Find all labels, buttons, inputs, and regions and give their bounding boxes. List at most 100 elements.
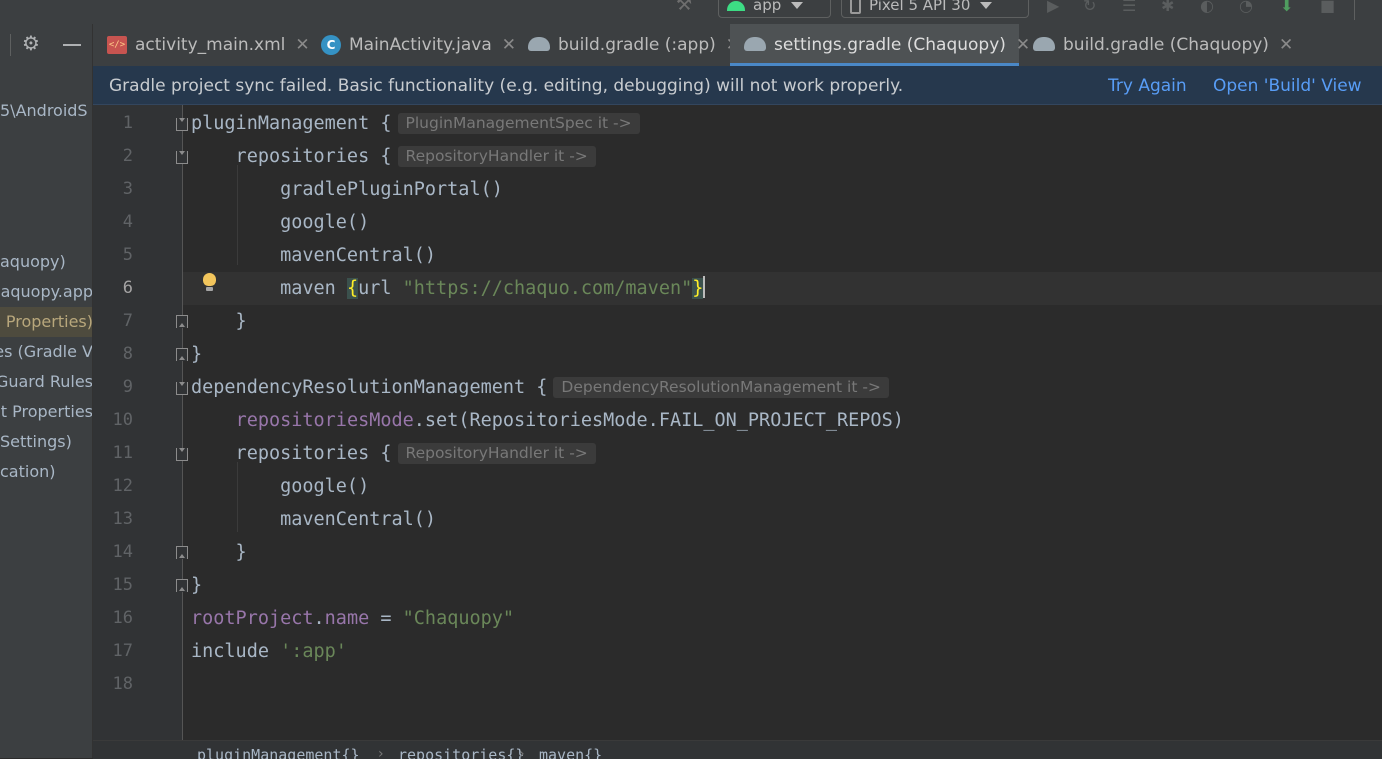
inlay-hint: DependencyResolutionManagement it ->: [553, 377, 889, 398]
open-build-view-link[interactable]: Open 'Build' View: [1213, 66, 1362, 106]
project-panel-header: ⚙: [0, 24, 92, 66]
tab-activity-main-xml[interactable]: </> activity_main.xml ✕: [93, 24, 310, 66]
line-number: 3: [122, 179, 133, 199]
xml-file-icon: </>: [107, 36, 127, 54]
line-number: 4: [122, 212, 133, 232]
property-token: rootProject: [191, 608, 314, 629]
inlay-hint: RepositoryHandler it ->: [397, 443, 596, 464]
code-editor[interactable]: 1 2 3 4 5 6 7 8 9 10 11 12 13 14 15 16 1…: [93, 105, 1382, 740]
string-literal: "https://chaquo.com/maven": [402, 278, 693, 299]
fold-end-icon[interactable]: [176, 348, 188, 361]
tab-label: MainActivity.java: [349, 35, 492, 55]
line-number: 1: [122, 113, 133, 133]
editor-tabs: </> activity_main.xml ✕ C MainActivity.java…: [93, 24, 1382, 66]
code-line: google(): [191, 476, 370, 497]
run-config-label: app: [753, 0, 782, 14]
tree-item[interactable]: aquopy): [0, 247, 92, 277]
code-line: google(): [191, 212, 370, 233]
apply-changes-icon[interactable]: ↻: [1083, 0, 1096, 15]
code-line: include ':app': [191, 641, 347, 662]
panel-divider: [10, 34, 11, 56]
tree-item[interactable]: haquopy.app: [0, 277, 92, 307]
tab-label: build.gradle (Chaquopy): [1063, 35, 1269, 55]
gear-icon[interactable]: ⚙: [22, 31, 40, 55]
close-icon[interactable]: ✕: [1279, 35, 1293, 55]
tree-item[interactable]: Settings): [0, 427, 92, 457]
chevron-down-icon: [791, 2, 804, 9]
breadcrumb-separator: ›: [519, 746, 525, 759]
breadcrumb-item[interactable]: maven{}: [539, 746, 602, 759]
fold-collapse-icon[interactable]: [176, 151, 188, 164]
tab-settings-gradle[interactable]: settings.gradle (Chaquopy) ✕: [730, 24, 1030, 66]
breadcrumb-item[interactable]: pluginManagement{}: [197, 746, 360, 759]
gutter-border: [182, 105, 183, 740]
fold-collapse-icon[interactable]: [176, 382, 188, 395]
code-line: rootProject.name = "Chaquopy": [191, 608, 515, 629]
code-line: }: [191, 344, 203, 365]
device-selector[interactable]: Pixel 5 API 30: [841, 0, 1029, 18]
run-icon[interactable]: ▶: [1047, 0, 1059, 15]
tab-main-activity-java[interactable]: C MainActivity.java ✕: [307, 24, 516, 66]
gradle-elephant-icon: [744, 37, 766, 51]
string-literal: ':app': [280, 641, 347, 662]
property-token: name: [324, 608, 370, 629]
code-line: pluginManagement {PluginManagementSpec i…: [191, 107, 640, 140]
tab-build-gradle-app[interactable]: build.gradle (:app)✕: [514, 24, 740, 66]
coverage-icon[interactable]: ☰: [1122, 0, 1136, 15]
fold-end-icon[interactable]: [176, 546, 188, 559]
breadcrumb-item[interactable]: repositories{}: [398, 746, 524, 759]
tab-label: build.gradle (:app): [558, 35, 716, 55]
try-again-link[interactable]: Try Again: [1108, 66, 1187, 106]
tab-label: activity_main.xml: [135, 35, 286, 55]
fold-end-icon[interactable]: [176, 315, 188, 328]
text-cursor: [703, 276, 706, 298]
tab-build-gradle-project[interactable]: build.gradle (Chaquopy) ✕: [1019, 24, 1293, 66]
chevron-down-icon: [980, 2, 993, 9]
sync-icon[interactable]: ⬇: [1280, 0, 1293, 15]
line-number: 13: [112, 509, 133, 529]
code-line: repositoriesMode.set(RepositoriesMode.FA…: [235, 410, 904, 431]
matched-brace: {: [346, 278, 359, 299]
line-number: 5: [122, 245, 133, 265]
banner-message: Gradle project sync failed. Basic functi…: [109, 76, 904, 96]
profile-icon[interactable]: ◐: [1200, 0, 1214, 15]
stop-icon[interactable]: ■: [1320, 0, 1335, 15]
line-number: 17: [112, 641, 133, 661]
sync-failed-banner: Gradle project sync failed. Basic functi…: [93, 66, 1382, 105]
android-icon: [727, 0, 745, 11]
tree-item[interactable]: ct Properties: [0, 397, 92, 427]
fold-end-icon[interactable]: [176, 579, 188, 592]
line-number: 11: [112, 443, 133, 463]
debug-icon[interactable]: ✱: [1161, 0, 1174, 15]
hammer-icon[interactable]: ⚒: [676, 0, 692, 15]
tree-item[interactable]: Guard Rules: [0, 367, 92, 397]
breadcrumb: pluginManagement{} › repositories{} › ma…: [93, 740, 1382, 759]
attach-debugger-icon[interactable]: ◔: [1239, 0, 1253, 15]
line-number: 16: [112, 608, 133, 628]
line-number: 2: [122, 146, 133, 166]
line-number: 15: [112, 575, 133, 595]
code-line: gradlePluginPortal(): [191, 179, 503, 200]
gradle-elephant-icon: [1033, 37, 1055, 51]
device-icon: [850, 0, 861, 14]
tree-item-selected[interactable]: l Properties): [0, 307, 92, 337]
line-number: 8: [122, 344, 133, 364]
tree-item[interactable]: es (Gradle V: [0, 337, 92, 367]
code-line: repositories {RepositoryHandler it ->: [191, 140, 596, 173]
run-config-selector[interactable]: app: [718, 0, 831, 18]
tree-item[interactable]: 5\AndroidS: [0, 96, 92, 126]
code-line-current: maven {url "https://chaquo.com/maven"}: [191, 276, 706, 299]
line-number: 18: [112, 674, 133, 694]
line-number: 12: [112, 476, 133, 496]
code-line: }: [191, 575, 203, 596]
line-number: 10: [112, 410, 133, 430]
main-toolbar: ⚒ app Pixel 5 API 30 ▶ ↻ ☰ ✱ ◐ ◔ ⬇ ■: [0, 0, 1382, 24]
inlay-hint: PluginManagementSpec it ->: [397, 113, 640, 134]
fold-collapse-icon[interactable]: [176, 448, 188, 461]
tree-item[interactable]: cation): [0, 457, 92, 487]
code-line: }: [191, 542, 247, 563]
line-number: 14: [112, 542, 133, 562]
hide-panel-icon[interactable]: [63, 44, 81, 46]
fold-collapse-icon[interactable]: [176, 118, 188, 131]
breadcrumb-separator: ›: [378, 746, 384, 759]
